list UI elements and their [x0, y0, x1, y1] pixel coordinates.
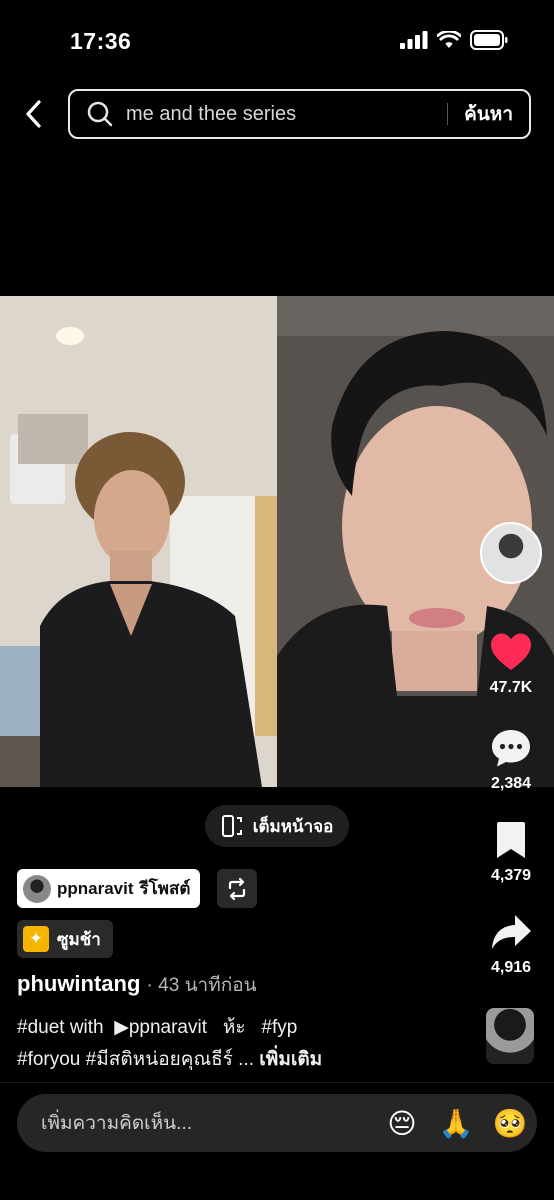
post-author-line: phuwintang · 43 นาทีก่อน: [17, 970, 257, 1000]
comment-count: 2,384: [490, 775, 532, 792]
status-icons: [400, 30, 508, 50]
like-count: 47.7K: [489, 679, 533, 696]
bookmark-button[interactable]: 4,379: [478, 820, 544, 885]
repost-user-avatar: [23, 874, 51, 903]
see-more-link[interactable]: เพิ่มเติม: [259, 1049, 322, 1070]
comment-input[interactable]: เพิ่มความคิดเห็น...: [41, 1108, 375, 1138]
left-scene-illustration: [0, 296, 277, 787]
search-icon: [86, 100, 126, 128]
repost-badge[interactable]: ppnaravit รีโพสต์: [17, 869, 201, 908]
music-disc-avatar[interactable]: [486, 1008, 534, 1064]
share-count: 4,916: [490, 959, 532, 976]
divider: [0, 1082, 554, 1083]
creator-avatar-button[interactable]: [480, 522, 542, 584]
mention-play-icon: ▶: [114, 1017, 129, 1038]
search-submit-button[interactable]: ค้นหา: [448, 99, 529, 129]
video-player[interactable]: [0, 296, 554, 787]
repost-label: รีโพสต์: [139, 879, 191, 898]
search-bar[interactable]: me and thee series ค้นหา: [68, 89, 531, 139]
status-time: 17:36: [70, 28, 132, 54]
post-caption: #duet with ▶ppnaravit ห้ะ #fyp #foryou #…: [17, 1012, 457, 1076]
fullscreen-label: เต็มหน้าจอ: [252, 816, 334, 836]
sparkle-icon: ✦: [23, 926, 49, 952]
mention-link[interactable]: ppnaravit: [129, 1017, 207, 1038]
share-button[interactable]: 4,916: [478, 912, 544, 977]
comment-bar[interactable]: เพิ่มความคิดเห็น... 😔 🙏 🥺: [17, 1094, 537, 1152]
search-input[interactable]: me and thee series: [126, 103, 447, 126]
bookmark-count: 4,379: [490, 867, 532, 884]
bookmark-icon: [497, 822, 525, 858]
hashtag-duet[interactable]: #duet with: [17, 1017, 104, 1038]
slow-zoom-effect[interactable]: ✦ ซูมช้า: [17, 920, 113, 958]
signal-icon: [400, 31, 428, 49]
like-button[interactable]: 47.7K: [478, 632, 544, 697]
emoji-pensive-button[interactable]: 😔: [375, 1107, 429, 1140]
share-arrow-icon: [492, 915, 531, 949]
fullscreen-icon: [221, 815, 242, 837]
repost-arrows-icon: [228, 877, 246, 900]
post-meta: · 43 นาทีก่อน: [146, 975, 257, 996]
post-time: 43 นาทีก่อน: [158, 975, 257, 996]
emoji-pray-button[interactable]: 🙏: [429, 1107, 483, 1140]
status-bar: 17:36: [0, 0, 554, 80]
chevron-left-icon: [26, 100, 41, 128]
hashtag-thai[interactable]: #มีสติหน่อยคุณธีร์: [86, 1049, 233, 1070]
comment-button[interactable]: 2,384: [478, 728, 544, 793]
back-button[interactable]: [18, 96, 50, 132]
heart-icon: [491, 633, 531, 670]
battery-icon: [470, 30, 508, 50]
hashtag-fyp[interactable]: #fyp: [261, 1017, 297, 1038]
caption-text: ห้ะ: [222, 1017, 246, 1038]
emoji-pleading-button[interactable]: 🥺: [483, 1107, 537, 1140]
author-name[interactable]: phuwintang: [17, 971, 140, 996]
repost-user: ppnaravit: [57, 878, 134, 898]
wifi-icon: [437, 31, 461, 48]
comment-bubble-icon: [492, 730, 530, 767]
hashtag-foryou[interactable]: #foryou: [17, 1049, 80, 1070]
repost-button[interactable]: [217, 869, 257, 908]
zoom-label: ซูมช้า: [57, 929, 101, 949]
fullscreen-button[interactable]: เต็มหน้าจอ: [205, 805, 349, 847]
caption-ellipsis: ...: [238, 1049, 255, 1070]
duet-left-video: [0, 296, 277, 787]
